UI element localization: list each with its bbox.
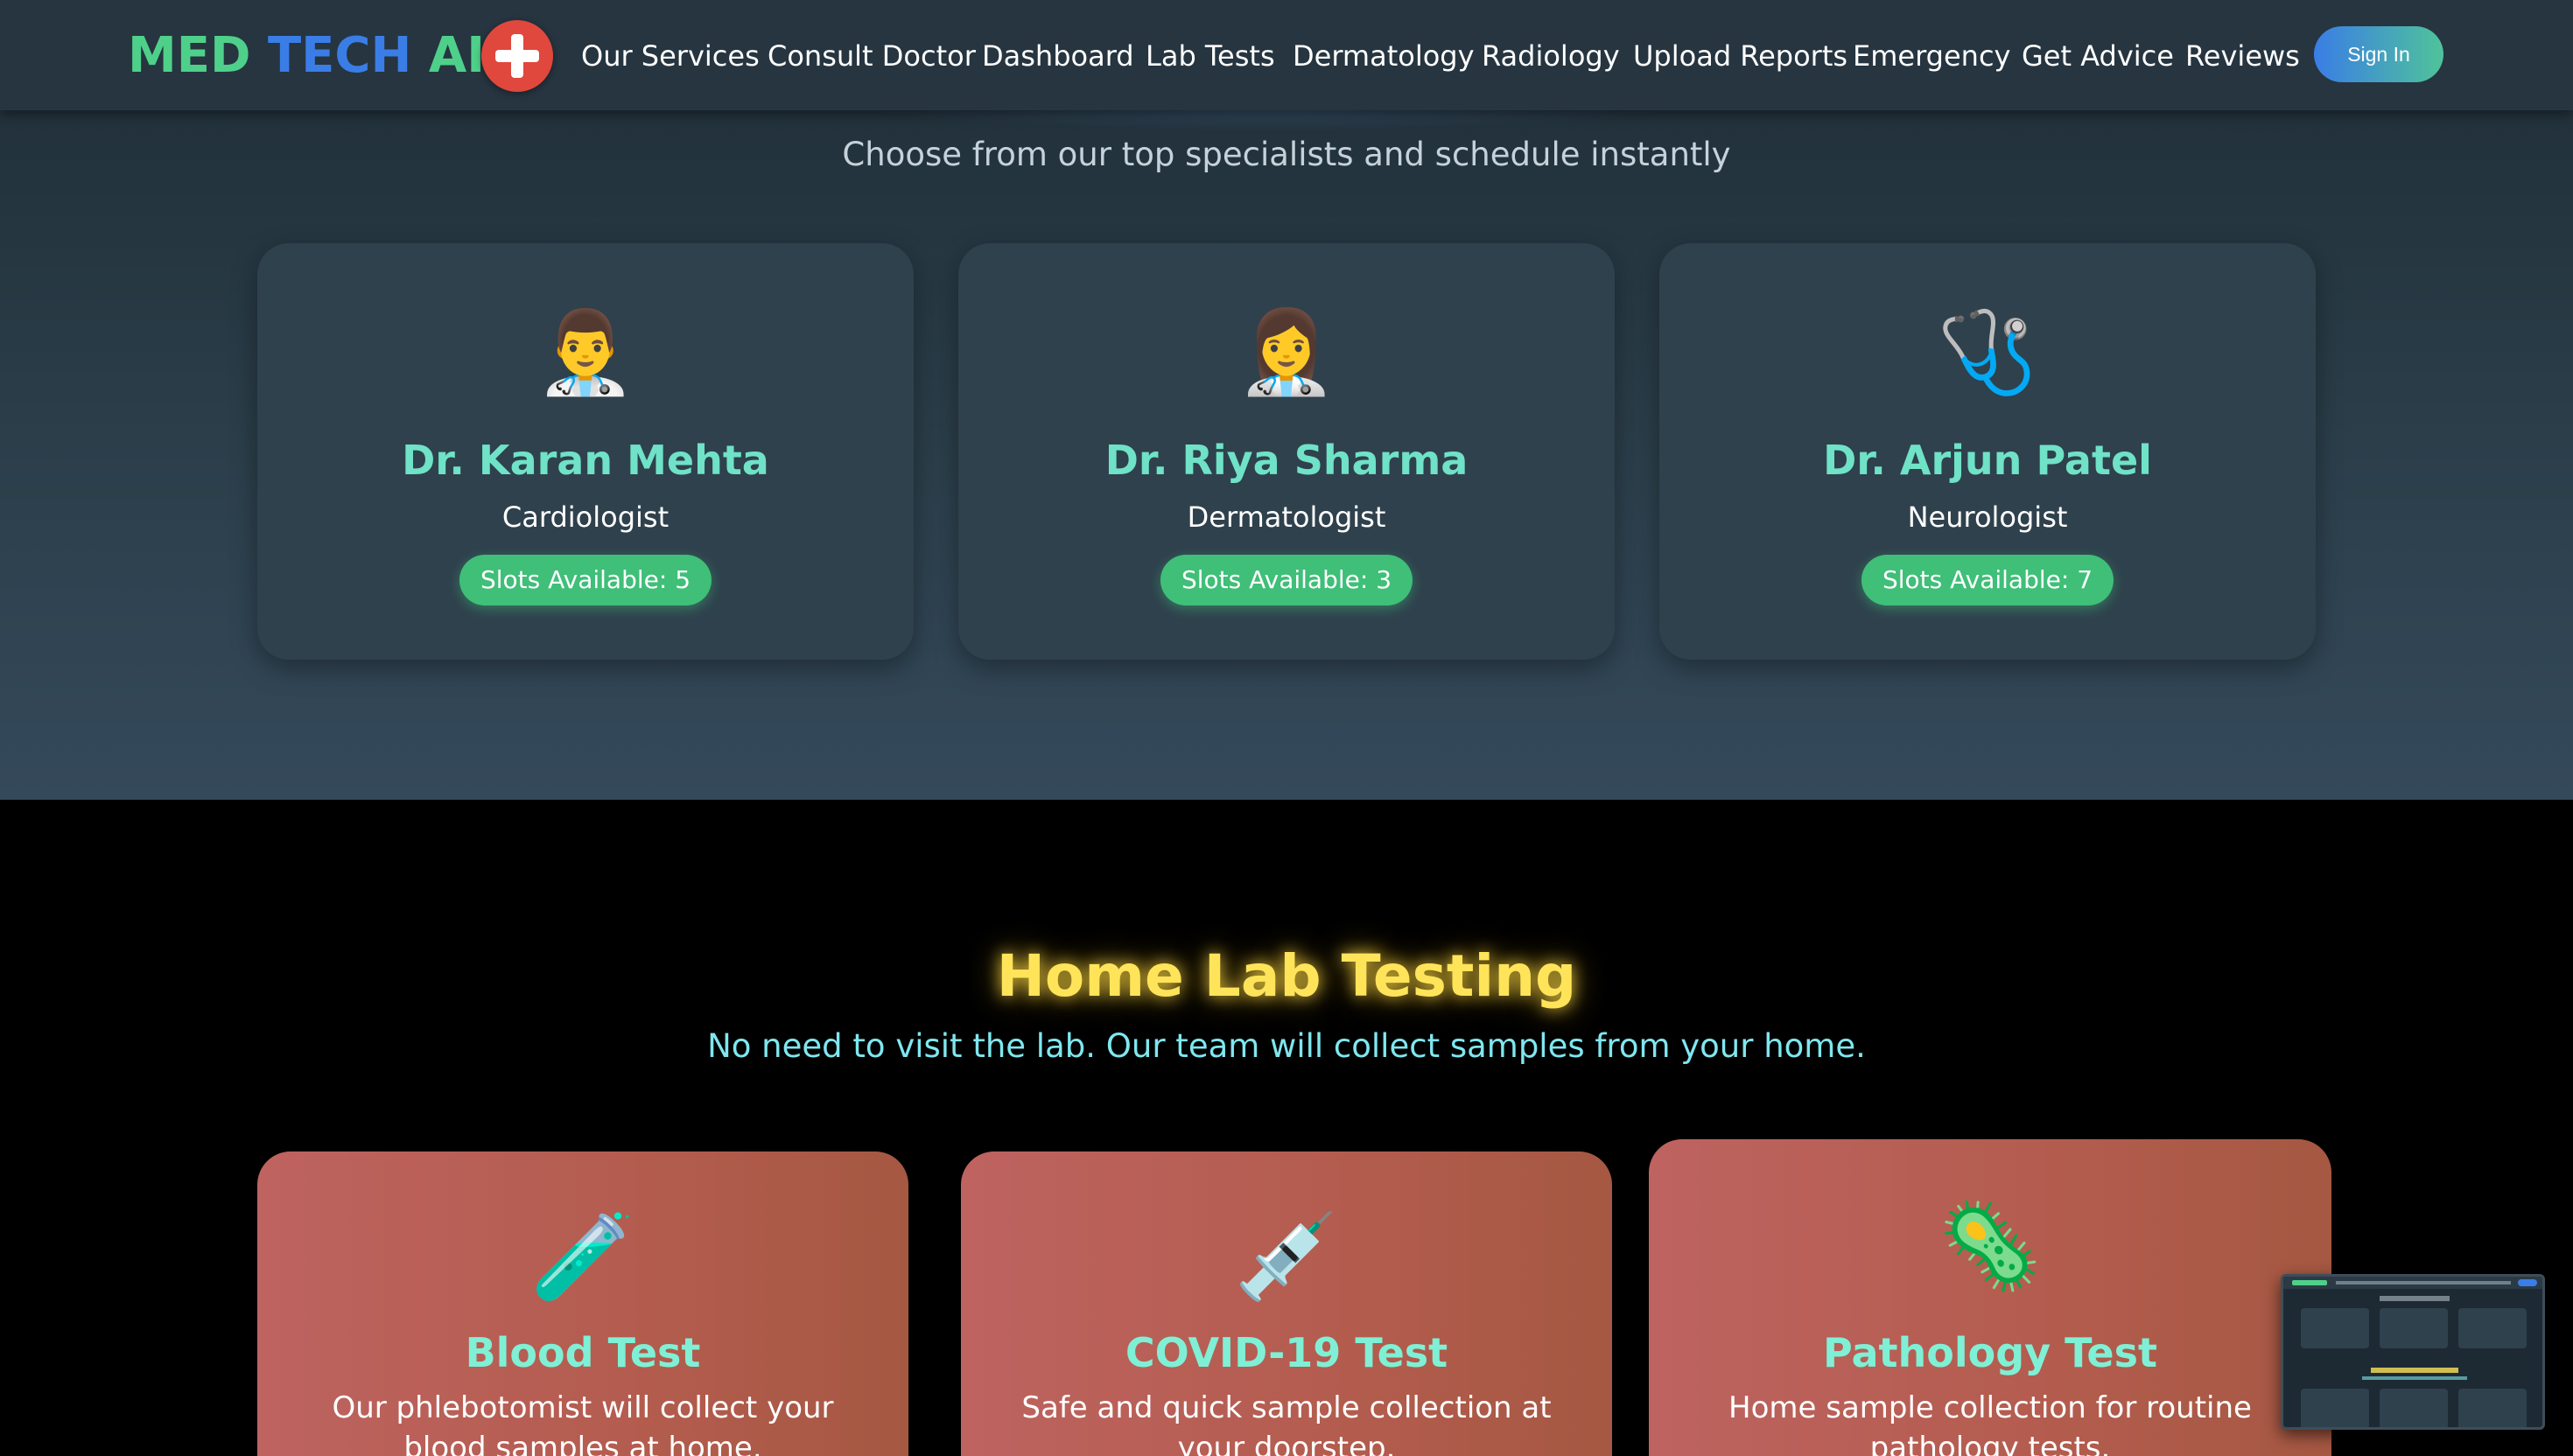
test-tube-icon: 🧪 [530,1208,635,1306]
doctor-card-riya-sharma[interactable]: 👩‍⚕️ Dr. Riya Sharma Dermatologist Slots… [958,243,1615,660]
male-doctor-icon: 👨‍⚕️ [535,305,636,399]
nav-reviews[interactable]: Reviews [2185,35,2300,77]
top-navbar: MED TECH AI Our Services Consult Doctor … [0,0,2573,110]
nav-consult-doctor[interactable]: Consult Doctor [768,35,976,77]
doctor-specialty: Cardiologist [501,500,670,534]
lab-test-description: Home sample collection for routine patho… [1728,1390,2252,1456]
nav-dermatology[interactable]: Dermatology [1293,35,1475,77]
appointment-section: Choose from our top specialists and sche… [0,0,2573,800]
doctor-name: Dr. Arjun Patel [1823,437,2152,484]
doctor-name: Dr. Karan Mehta [402,437,769,484]
lab-card-blood-test[interactable]: 🧪 Blood Test Our phlebotomist will colle… [257,1152,908,1456]
doctor-specialty: Neurologist [1907,500,2068,534]
lab-test-name: COVID-19 Test [1125,1329,1448,1376]
doctor-card-karan-mehta[interactable]: 👨‍⚕️ Dr. Karan Mehta Cardiologist Slots … [257,243,914,660]
slots-badge: Slots Available: 3 [1160,555,1413,606]
female-doctor-icon: 👩‍⚕️ [1236,305,1337,399]
nav-get-advice[interactable]: Get Advice [2022,35,2174,77]
lab-test-name: Blood Test [465,1329,701,1376]
sign-in-button[interactable]: Sign In [2314,26,2443,82]
microbe-icon: 🦠 [1938,1197,2043,1295]
syringe-icon: 💉 [1234,1208,1339,1306]
home-lab-section: Home Lab Testing No need to visit the la… [0,800,2573,1456]
lab-section-title: Home Lab Testing [996,942,1577,1010]
appointment-subtitle: Choose from our top specialists and sche… [842,136,1731,173]
slots-badge: Slots Available: 7 [1861,555,2114,606]
page-preview-thumbnail[interactable] [2281,1274,2545,1430]
nav-menu: Our Services Consult Doctor Dashboard La… [0,35,2573,77]
doctor-name: Dr. Riya Sharma [1104,437,1469,484]
lab-test-description: Safe and quick sample collection at your… [1021,1390,1552,1456]
lab-test-name: Pathology Test [1823,1329,2157,1376]
lab-section-subtitle: No need to visit the lab. Our team will … [707,1027,1866,1065]
stethoscope-icon: 🩺 [1937,305,2038,399]
lab-test-description: Our phlebotomist will collect your blood… [332,1390,834,1456]
lab-card-pathology-test[interactable]: 🦠 Pathology Test Home sample collection … [1649,1139,2331,1456]
nav-our-services[interactable]: Our Services [581,35,760,77]
doctor-specialty: Dermatologist [1187,500,1386,534]
lab-card-covid-test[interactable]: 💉 COVID-19 Test Safe and quick sample co… [961,1152,1612,1456]
nav-dashboard[interactable]: Dashboard [982,35,1134,77]
nav-radiology[interactable]: Radiology [1482,35,1620,77]
slots-badge: Slots Available: 5 [459,555,712,606]
doctor-card-arjun-patel[interactable]: 🩺 Dr. Arjun Patel Neurologist Slots Avai… [1659,243,2316,660]
nav-emergency[interactable]: Emergency [1853,35,2010,77]
nav-upload-reports[interactable]: Upload Reports [1633,35,1847,77]
nav-lab-tests[interactable]: Lab Tests [1146,35,1275,77]
